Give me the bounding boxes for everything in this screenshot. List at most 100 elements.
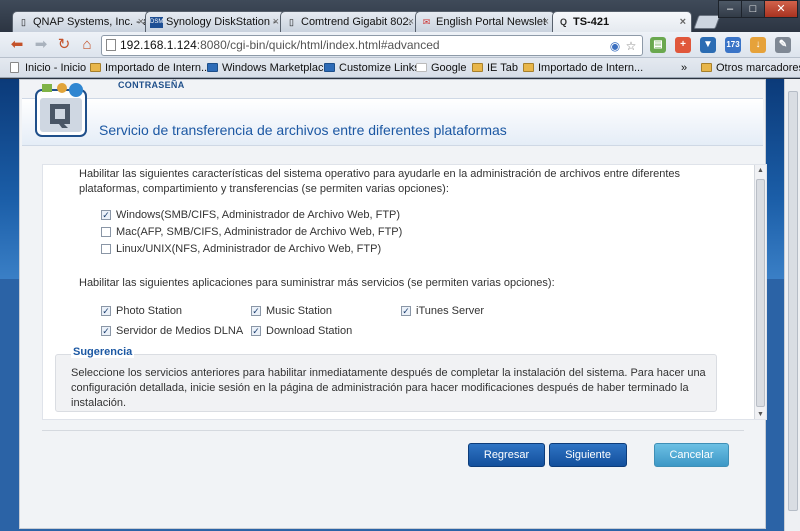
extension-badge-count: 173 xyxy=(726,40,740,49)
scrollbar-thumb[interactable] xyxy=(756,179,765,407)
extension-plus-icon[interactable]: + xyxy=(675,37,691,53)
bookmarks-bar: Inicio - Inicio Importado de Intern... W… xyxy=(0,58,800,78)
tab-title: Synology DiskStation - xyxy=(166,16,277,28)
cancel-button[interactable]: Cancelar xyxy=(654,443,729,467)
footer-divider xyxy=(42,430,744,431)
option-label: iTunes Server xyxy=(416,305,485,317)
folder-icon xyxy=(701,63,712,72)
tab-title: TS-421 xyxy=(573,16,610,28)
bookmark-label: Importado de Intern... xyxy=(105,62,211,74)
content-scrollbar[interactable]: ▲ ▼ xyxy=(754,165,766,419)
home-icon[interactable]: ⌂ xyxy=(78,36,96,54)
checkbox-checked-icon[interactable]: ✓ xyxy=(401,306,411,316)
extension-icon[interactable]: ▤ xyxy=(650,37,666,53)
bookmark-label: Windows Marketplace xyxy=(222,62,330,74)
close-window-button[interactable]: ✕ xyxy=(764,0,798,18)
back-icon[interactable]: ⬅ xyxy=(8,36,26,54)
bookmark-item[interactable]: Google xyxy=(416,60,466,76)
google-icon xyxy=(416,63,427,72)
tab-close-icon[interactable]: × xyxy=(408,12,414,32)
new-tab-button[interactable] xyxy=(693,15,721,29)
address-bar[interactable]: 192.168.1.124:8080/cgi-bin/quick/html/in… xyxy=(101,35,643,56)
reload-icon[interactable]: ↻ xyxy=(55,36,73,54)
tab-close-icon[interactable]: × xyxy=(543,12,549,32)
folder-icon xyxy=(523,63,534,72)
option-label: Windows(SMB/CIFS, Administrador de Archi… xyxy=(116,209,401,221)
minimize-button[interactable]: – xyxy=(718,0,742,18)
bookmark-label: Otros marcadores xyxy=(716,62,800,74)
scroll-up-icon[interactable]: ▲ xyxy=(755,166,766,176)
checkbox-checked-icon[interactable]: ✓ xyxy=(101,326,111,336)
wrench-icon[interactable]: ✎ xyxy=(775,37,791,53)
extension-badge-icon[interactable]: 173 xyxy=(725,37,741,53)
bookmark-item[interactable]: Windows Marketplace xyxy=(207,60,330,76)
option-windows[interactable]: ✓ Windows(SMB/CIFS, Administrador de Arc… xyxy=(101,208,400,222)
folder-icon xyxy=(90,63,101,72)
extension-download-icon[interactable]: ↓ xyxy=(750,37,766,53)
bookmark-item[interactable]: Importado de Intern... xyxy=(523,60,643,76)
qnap-logo-icon xyxy=(35,83,87,137)
page-icon xyxy=(10,62,19,73)
bookmark-item[interactable]: Customize Links xyxy=(324,60,420,76)
os-intro-text: Habilitar las siguientes características… xyxy=(79,168,681,195)
bookmarks-overflow-chevron[interactable]: » xyxy=(681,60,687,76)
tab-close-icon[interactable]: × xyxy=(273,12,279,32)
option-mac[interactable]: Mac(AFP, SMB/CIFS, Administrador de Arch… xyxy=(101,225,402,239)
extension-shield-icon[interactable]: ▼ xyxy=(700,37,716,53)
option-dlna-server[interactable]: ✓ Servidor de Medios DLNA xyxy=(101,324,243,338)
page-icon: ▯ xyxy=(289,17,294,27)
tip-title: Sugerencia xyxy=(71,346,135,358)
back-button[interactable]: Regresar xyxy=(468,443,545,467)
star-icon[interactable]: ☆ xyxy=(624,39,638,53)
option-label: Download Station xyxy=(266,325,353,337)
option-download-station[interactable]: ✓ Download Station xyxy=(251,324,352,338)
checkbox-checked-icon[interactable]: ✓ xyxy=(251,306,261,316)
wizard-header: Servicio de transferencia de archivos en… xyxy=(22,98,763,146)
option-label: Linux/UNIX(NFS, Administrador de Archivo… xyxy=(116,243,382,255)
bookmark-item[interactable]: Otros marcadores xyxy=(701,60,800,76)
scroll-down-icon[interactable]: ▼ xyxy=(755,410,766,419)
page-scrollbar[interactable] xyxy=(784,79,800,531)
page-title: Servicio de transferencia de archivos en… xyxy=(99,122,507,138)
tab-title: QNAP Systems, Inc. - a xyxy=(33,16,149,28)
tab-title: Comtrend Gigabit 802. xyxy=(301,16,412,28)
translate-icon[interactable]: ◉ xyxy=(608,39,622,53)
bookmark-label: IE Tab xyxy=(487,62,518,74)
maximize-button[interactable]: □ xyxy=(741,0,765,18)
option-linux[interactable]: Linux/UNIX(NFS, Administrador de Archivo… xyxy=(101,242,381,256)
tab-synology-diskstation[interactable]: DSM Synology DiskStation - × xyxy=(145,11,285,32)
checkbox-unchecked-icon[interactable] xyxy=(101,244,111,254)
checkbox-checked-icon[interactable]: ✓ xyxy=(101,210,111,220)
forward-icon[interactable]: ➡ xyxy=(32,36,50,54)
tab-qnap-systems[interactable]: ▯ QNAP Systems, Inc. - a × xyxy=(12,11,150,32)
tab-english-portal[interactable]: ✉ English Portal Newslet × xyxy=(415,11,555,32)
next-button[interactable]: Siguiente xyxy=(549,443,627,467)
tab-close-icon[interactable]: × xyxy=(680,12,686,32)
checkbox-unchecked-icon[interactable] xyxy=(101,227,111,237)
bookmark-item[interactable]: Importado de Intern... xyxy=(90,60,210,76)
option-music-station[interactable]: ✓ Music Station xyxy=(251,304,332,318)
folder-icon xyxy=(472,63,483,72)
tab-close-icon[interactable]: × xyxy=(138,12,144,32)
tab-comtrend[interactable]: ▯ Comtrend Gigabit 802. × xyxy=(280,11,420,32)
windows-icon xyxy=(324,63,335,72)
previous-step-label: CONTRASEÑA xyxy=(118,80,185,90)
scrollbar-thumb[interactable] xyxy=(788,91,798,511)
page-icon: ▯ xyxy=(21,17,26,27)
apps-intro-text: Habilitar las siguientes aplicaciones pa… xyxy=(79,277,555,289)
option-label: Photo Station xyxy=(116,305,183,317)
page-icon xyxy=(106,39,116,51)
bookmark-label: Importado de Intern... xyxy=(538,62,644,74)
setup-wizard-panel: CONTRASEÑA Servicio de transferencia de … xyxy=(19,79,767,529)
option-itunes-server[interactable]: ✓ iTunes Server xyxy=(401,304,484,318)
tab-ts-421[interactable]: Q TS-421 × xyxy=(552,11,692,33)
address-path: :8080/cgi-bin/quick/html/index.html#adva… xyxy=(196,38,440,52)
option-label: Mac(AFP, SMB/CIFS, Administrador de Arch… xyxy=(116,226,403,238)
checkbox-checked-icon[interactable]: ✓ xyxy=(101,306,111,316)
bookmark-item[interactable]: Inicio - Inicio xyxy=(10,60,86,76)
option-label: Music Station xyxy=(266,305,333,317)
bookmark-item[interactable]: IE Tab xyxy=(472,60,518,76)
option-photo-station[interactable]: ✓ Photo Station xyxy=(101,304,182,318)
checkbox-checked-icon[interactable]: ✓ xyxy=(251,326,261,336)
tab-strip: ▯ QNAP Systems, Inc. - a × DSM Synology … xyxy=(0,0,800,33)
